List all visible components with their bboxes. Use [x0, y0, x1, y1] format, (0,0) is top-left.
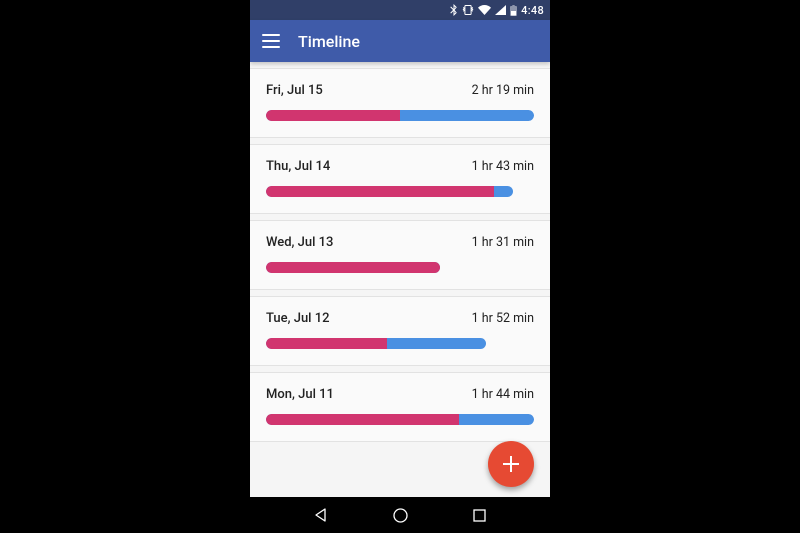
battery-icon — [510, 5, 517, 16]
timeline-row[interactable]: Fri, Jul 15 2 hr 19 min — [250, 68, 550, 138]
activity-bar — [266, 262, 534, 273]
row-duration: 1 hr 52 min — [472, 311, 534, 326]
row-duration: 1 hr 44 min — [472, 387, 534, 402]
activity-bar — [266, 414, 534, 425]
bar-segment-pink — [266, 338, 387, 349]
back-icon[interactable] — [313, 507, 329, 523]
status-bar: 4:48 — [250, 0, 550, 20]
app-bar: Timeline — [250, 20, 550, 62]
timeline-row[interactable]: Tue, Jul 12 1 hr 52 min — [250, 296, 550, 366]
page-title: Timeline — [298, 32, 360, 51]
activity-bar — [266, 186, 534, 197]
menu-icon[interactable] — [262, 34, 280, 48]
row-date: Mon, Jul 11 — [266, 387, 334, 402]
row-date: Thu, Jul 14 — [266, 159, 330, 174]
row-duration: 1 hr 43 min — [472, 159, 534, 174]
timeline-row[interactable]: Thu, Jul 14 1 hr 43 min — [250, 144, 550, 214]
android-nav-bar — [250, 497, 550, 533]
activity-bar — [266, 338, 534, 349]
row-duration: 2 hr 19 min — [472, 83, 534, 98]
bar-segment-pink — [266, 186, 494, 197]
add-button[interactable] — [488, 441, 534, 487]
cell-signal-icon — [495, 5, 506, 15]
row-date: Wed, Jul 13 — [266, 235, 333, 250]
bar-segment-pink — [266, 262, 440, 273]
bluetooth-icon — [449, 4, 458, 16]
timeline-list: Fri, Jul 15 2 hr 19 min Thu, Jul 14 1 hr… — [250, 68, 550, 442]
phone-frame: 4:48 Timeline Fri, Jul 15 2 hr 19 min Th… — [250, 0, 550, 533]
vibrate-icon — [462, 4, 474, 16]
timeline-row[interactable]: Mon, Jul 11 1 hr 44 min — [250, 372, 550, 442]
recent-icon[interactable] — [472, 508, 487, 523]
timeline-row[interactable]: Wed, Jul 13 1 hr 31 min — [250, 220, 550, 290]
bar-segment-pink — [266, 110, 400, 121]
activity-bar — [266, 110, 534, 121]
wifi-icon — [478, 5, 491, 15]
row-date: Fri, Jul 15 — [266, 83, 323, 98]
row-duration: 1 hr 31 min — [472, 235, 534, 250]
status-clock: 4:48 — [521, 4, 544, 17]
bar-segment-pink — [266, 414, 459, 425]
row-date: Tue, Jul 12 — [266, 311, 330, 326]
home-icon[interactable] — [392, 507, 409, 524]
